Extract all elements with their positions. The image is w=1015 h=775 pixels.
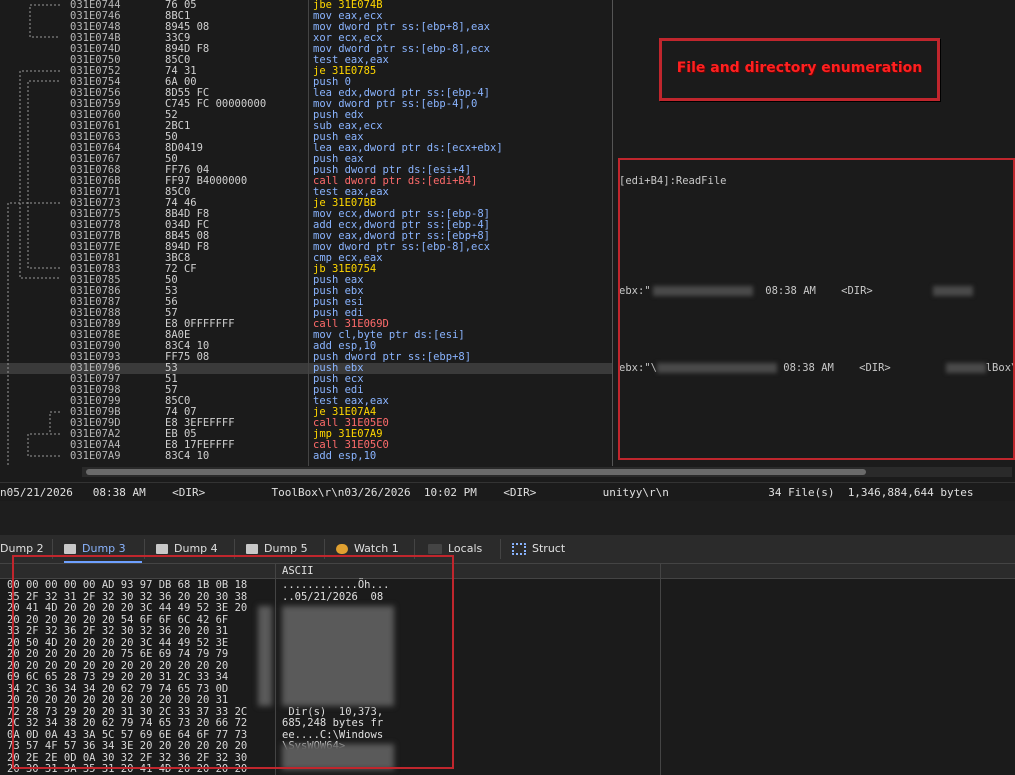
disasm-instruction: add esp,10 — [313, 450, 377, 462]
highlight-box-dump — [12, 555, 454, 769]
info-text: n05/21/2026 08:38 AM <DIR> ToolBox\r\n03… — [0, 486, 974, 499]
disassembly-view[interactable]: 031E0744 76 05 jbe 31E074B 031E0746 8BC1 mov … — [0, 0, 612, 466]
disasm-bytes: 83C4 10 — [165, 450, 210, 462]
memory-icon — [246, 544, 258, 554]
column-separator — [308, 0, 309, 466]
locals-icon — [428, 544, 442, 554]
jump-arrow-6 — [27, 433, 60, 457]
jump-arrow-5 — [49, 411, 60, 435]
jump-arrow-3 — [27, 80, 60, 269]
disasm-address: 031E07A9 — [70, 450, 121, 462]
annotation-box: File and directory enumeration — [659, 38, 940, 101]
jump-arrow-2 — [19, 70, 60, 279]
jump-arrow-1 — [29, 4, 60, 38]
disasm-bytes: C745 FC 00000000 — [165, 98, 267, 110]
highlight-box-comments — [618, 158, 1015, 460]
jump-arrows — [7, 4, 60, 466]
tab-struct[interactable]: Struct — [512, 537, 565, 561]
struct-icon — [512, 543, 526, 555]
cpu-pane: 031E0744 76 05 jbe 31E074B 031E0746 8BC1 mov … — [0, 0, 1015, 482]
annotation-label: File and directory enumeration — [676, 60, 923, 76]
ascii-right-separator — [660, 564, 661, 775]
info-bar: n05/21/2026 08:38 AM <DIR> ToolBox\r\n03… — [0, 482, 1015, 501]
memory-icon — [156, 544, 168, 554]
panel-gap — [0, 501, 1015, 535]
jump-arrow-4 — [7, 202, 60, 466]
disasm-row[interactable]: 031E07A9 83C4 10 add esp,10 — [0, 451, 612, 462]
left-gutter — [0, 0, 10, 482]
dump-pane[interactable]: ASCII 00 00 00 00 00 AD 93 97 DB 68 1B 0… — [0, 555, 1015, 775]
horizontal-scrollbar-thumb[interactable] — [86, 469, 866, 475]
watch-icon — [336, 544, 348, 554]
memory-icon — [64, 544, 76, 554]
